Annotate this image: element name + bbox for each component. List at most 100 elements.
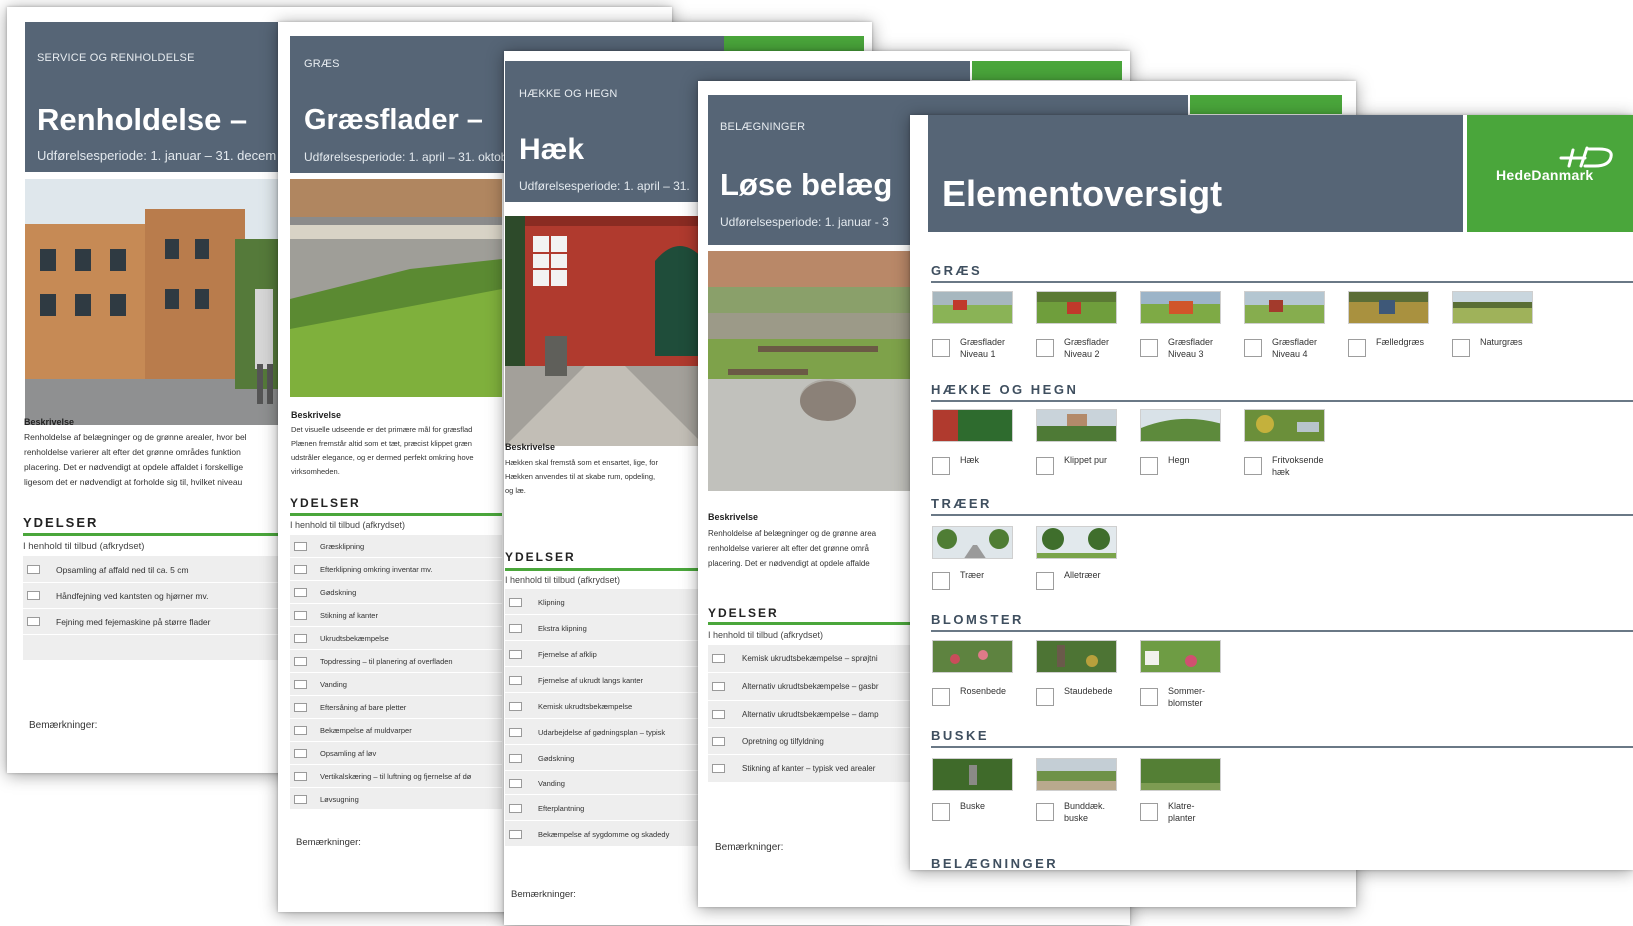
element-checkbox[interactable] — [1140, 457, 1158, 475]
page-title: Hæk — [519, 133, 585, 166]
ydelse-checkbox[interactable] — [712, 682, 725, 691]
ydelse-row: Fjernelse af afklip — [505, 641, 705, 667]
ydelse-label: Efterklipning omkring inventar mv. — [320, 565, 433, 574]
green-tab — [1190, 95, 1342, 114]
element-checkbox[interactable] — [1036, 688, 1054, 706]
ydelse-row: Vanding — [290, 673, 502, 696]
ydelse-row: Stikning af kanter — [290, 604, 502, 627]
element-checkbox[interactable] — [1244, 457, 1262, 475]
element-label: Græsflader — [960, 337, 1006, 347]
page-header: Elementoversigt — [928, 115, 1463, 232]
bemaerkninger-label: Bemærkninger: — [715, 842, 784, 853]
element-label: Hegn — [1168, 455, 1190, 465]
ydelse-checkbox[interactable] — [294, 565, 307, 574]
element-checkbox[interactable] — [1036, 339, 1054, 357]
bush-thumbnail — [932, 758, 1013, 791]
grass-thumbnail — [1036, 291, 1117, 324]
tree-thumbnail — [932, 526, 1013, 559]
ydelse-label: Eftersåning af bare pletter — [320, 703, 407, 712]
element-checkbox[interactable] — [932, 803, 950, 821]
element-checkbox[interactable] — [932, 688, 950, 706]
ydelse-checkbox[interactable] — [294, 611, 307, 620]
ydelse-row: Opsamling af affald ned til ca. 5 cm — [23, 556, 285, 583]
ydelse-checkbox[interactable] — [712, 710, 725, 719]
element-checkbox[interactable] — [1036, 457, 1054, 475]
ydelse-checkbox[interactable] — [294, 749, 307, 758]
ydelse-checkbox[interactable] — [509, 728, 522, 737]
element-checkbox[interactable] — [1348, 339, 1366, 357]
element-label: Træer — [960, 570, 985, 580]
ydelse-checkbox[interactable] — [27, 617, 40, 626]
beskrivelse-line: ligesom det er nødvendigt at forholde si… — [24, 477, 243, 487]
ydelse-label: Alternativ ukrudtsbekæmpelse – gasbr — [742, 682, 879, 691]
element-checkbox[interactable] — [932, 457, 950, 475]
ydelse-label: Opsamling af løv — [320, 749, 377, 758]
ydelse-row: Efterklipning omkring inventar mv. — [290, 558, 502, 581]
ydelse-checkbox[interactable] — [294, 795, 307, 804]
beskrivelse-line: udstråler elegance, og er dermed perfekt… — [291, 453, 474, 462]
grass-thumbnail — [1452, 291, 1533, 324]
element-checkbox[interactable] — [1452, 339, 1470, 357]
ydelse-checkbox[interactable] — [509, 830, 522, 839]
beskrivelse-line: Det visuelle udseende er det primære mål… — [291, 425, 473, 434]
period-text: Udførelsesperiode: 1. januar – 31. decem — [37, 148, 277, 163]
element-checkbox[interactable] — [932, 572, 950, 590]
element-label: Klatre- — [1168, 801, 1195, 811]
element-checkbox[interactable] — [1036, 572, 1054, 590]
ydelse-checkbox[interactable] — [509, 624, 522, 633]
period-text: Udførelsesperiode: 1. januar - 3 — [720, 215, 889, 229]
ydelse-checkbox[interactable] — [294, 657, 307, 666]
ydelse-row: Gødskning — [290, 581, 502, 604]
ydelse-checkbox[interactable] — [712, 764, 725, 773]
ydelse-row: Topdressing – til planering af overflade… — [290, 650, 502, 673]
element-checkbox[interactable] — [1140, 803, 1158, 821]
ydelse-row: Bekæmpelse af sygdomme og skadedy — [505, 821, 705, 847]
ydelse-checkbox[interactable] — [509, 779, 522, 788]
ydelse-checkbox[interactable] — [509, 702, 522, 711]
element-label: Alletræer — [1064, 570, 1101, 580]
ydelse-checkbox[interactable] — [294, 542, 307, 551]
ydelse-checkbox[interactable] — [294, 772, 307, 781]
element-checkbox[interactable] — [932, 339, 950, 357]
ydelse-checkbox[interactable] — [294, 726, 307, 735]
ydelse-checkbox[interactable] — [712, 654, 725, 663]
ydelse-label: Fjernelse af afklip — [538, 650, 597, 659]
section-heading: BELÆGNINGER — [931, 856, 1059, 870]
ydelse-checkbox[interactable] — [509, 754, 522, 763]
element-checkbox[interactable] — [1140, 339, 1158, 357]
bemaerkninger-label: Bemærkninger: — [511, 889, 576, 900]
ydelse-checkbox[interactable] — [294, 703, 307, 712]
ydelse-checkbox[interactable] — [509, 676, 522, 685]
element-checkbox[interactable] — [1140, 688, 1158, 706]
element-checkbox[interactable] — [1244, 339, 1262, 357]
ydelse-checkbox[interactable] — [712, 737, 725, 746]
element-checkbox[interactable] — [1036, 803, 1054, 821]
hedge-photo — [505, 216, 705, 446]
ydelse-row: Græsklipning — [290, 535, 502, 558]
ydelse-checkbox[interactable] — [509, 650, 522, 659]
ydelse-row: Eftersåning af bare pletter — [290, 696, 502, 719]
beskrivelse-line: placering. Det er nødvendigt at opdele a… — [24, 462, 244, 472]
element-label: Græsflader — [1272, 337, 1318, 347]
element-label: Staudebede — [1064, 686, 1113, 696]
ydelse-label: Opretning og tilfyldning — [742, 737, 824, 746]
tilbud-label: I henhold til tilbud (afkrydset) — [290, 520, 406, 530]
element-label: Rosenbede — [960, 686, 1007, 696]
ydelse-checkbox[interactable] — [294, 588, 307, 597]
beskrivelse-line: Hækken skal fremstå som et ensartet, lig… — [505, 458, 658, 467]
ydelse-checkbox[interactable] — [509, 804, 522, 813]
element-label: Fælledgræs — [1376, 337, 1425, 347]
ydelse-row: Løvsugning — [290, 788, 502, 810]
element-label-line2: blomster — [1168, 698, 1203, 708]
ydelse-checkbox[interactable] — [27, 591, 40, 600]
ydelser-divider — [708, 622, 918, 625]
ydelse-label: Vanding — [538, 779, 565, 788]
ydelse-checkbox[interactable] — [294, 680, 307, 689]
section-kicker: HÆKKE OG HEGN — [519, 88, 618, 100]
ydelse-checkbox[interactable] — [27, 565, 40, 574]
ydelse-checkbox[interactable] — [294, 634, 307, 643]
element-label-line2: Niveau 4 — [1272, 349, 1308, 359]
ydelse-label: Vertikalskæring – til luftning og fjerne… — [320, 772, 472, 781]
ydelse-row: Opsamling af løv — [290, 742, 502, 765]
ydelse-checkbox[interactable] — [509, 598, 522, 607]
